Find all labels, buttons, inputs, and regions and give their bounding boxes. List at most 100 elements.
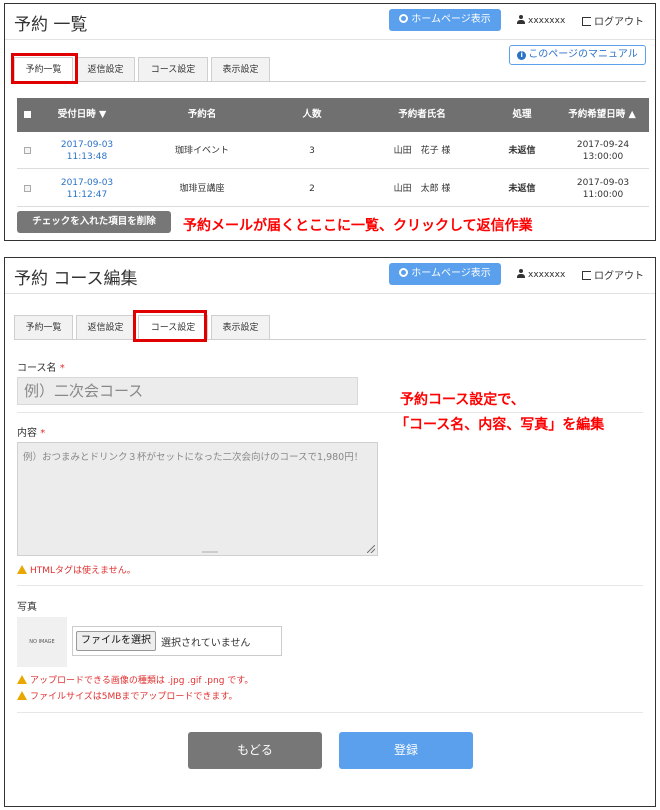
back-button[interactable]: もどる [188,732,322,769]
desired-time: 11:00:00 [582,189,624,200]
content-textarea[interactable]: 例）おつまみとドリンク３杯がセットになった二次会向けのコースで1,980円！ [17,442,378,556]
page-manual-label: このページのマニュアル [528,49,638,60]
warning-icon [17,675,27,684]
received-time: 11:12:47 [66,189,108,200]
desired-date: 2017-09-24 [576,139,630,150]
divider [17,585,643,586]
content-label-text: 内容 [17,428,37,439]
divider [17,412,643,413]
user-info: xxxxxxx [517,268,565,280]
html-warning-text: HTMLタグは使えません。 [30,566,136,576]
logout-link[interactable]: ログアウト [582,267,644,282]
user-icon [517,15,525,24]
search-icon [399,14,409,23]
reservation-name: 珈琲豆講座 [179,183,225,194]
received-datetime-link[interactable]: 2017-09-03 11:13:48 [37,132,137,169]
delete-checked-button[interactable]: チェックを入れた項目を削除 [17,211,171,233]
divider [17,712,643,713]
file-status: 選択されていません [161,638,251,649]
content-placeholder: 例）おつまみとドリンク３杯がセットになった二次会向けのコースで1,980円！ [23,452,364,463]
upload-size-warning: ファイルサイズは5MBまでアップロードできます。 [17,689,238,702]
submit-button[interactable]: 登録 [339,732,473,769]
desired-datetime: 2017-09-24 13:00:00 [557,132,649,169]
file-input[interactable]: ファイルを選択 選択されていません [72,626,282,656]
page-title: 予約 一覧 [14,15,88,35]
logout-icon [582,17,591,26]
logout-label: ログアウト [594,271,644,282]
annotation-line1: 予約コース設定で、 [400,392,525,408]
textarea-grip[interactable] [202,551,218,553]
header-customer-name: 予約者氏名 [398,109,446,120]
username: xxxxxxx [528,270,566,280]
upload-size-warning-text: ファイルサイズは5MBまでアップロードできます。 [30,692,238,702]
tab-display-settings[interactable]: 表示設定 [211,315,270,339]
row-checkbox[interactable] [21,170,33,207]
course-name-input[interactable]: 例）二次会コース [17,377,358,405]
tab-divider [14,339,646,340]
homepage-view-label: ホームページ表示 [411,14,491,25]
desired-datetime: 2017-09-03 11:00:00 [557,170,649,207]
highlight-box [133,310,207,342]
homepage-view-button[interactable]: ホームページ表示 [389,263,501,285]
table-row[interactable]: 2017-09-03 11:12:47 珈琲豆講座 2 山田 太郎 様 未返信 2… [17,170,649,207]
annotation-text: 予約メールが届くとここに一覧、クリックして返信作業 [183,218,533,234]
received-datetime-link[interactable]: 2017-09-03 11:12:47 [37,170,137,207]
header-received-datetime[interactable]: 受付日時 ▼ [47,98,117,132]
upload-type-warning-text: アップロードできる画像の種類は .jpg .gif .png です。 [30,676,254,686]
homepage-view-label: ホームページ表示 [411,268,491,279]
required-mark: * [59,363,65,374]
received-date: 2017-09-03 [60,139,114,150]
party-count: 3 [309,145,315,156]
logout-link[interactable]: ログアウト [582,13,644,28]
status-badge: 未返信 [508,145,536,156]
logout-label: ログアウト [594,17,644,28]
course-edit-panel: 予約 コース編集 ホームページ表示 xxxxxxx ログアウト 予約一覧 返信設… [4,257,656,807]
received-date: 2017-09-03 [60,177,114,188]
row-checkbox[interactable] [21,132,33,169]
page-manual-button[interactable]: i このページのマニュアル [509,45,646,65]
info-icon: i [517,51,527,60]
tab-reply-settings[interactable]: 返信設定 [76,315,135,339]
warning-icon [17,565,27,574]
tab-divider [14,81,646,82]
course-name-label: コース名 * [17,359,65,374]
logout-icon [582,271,591,280]
homepage-view-button[interactable]: ホームページ表示 [389,9,501,31]
annotation-line2: 「コース名、内容、写真」を編集 [395,417,605,433]
upload-type-warning: アップロードできる画像の種類は .jpg .gif .png です。 [17,673,253,686]
choose-file-button[interactable]: ファイルを選択 [76,631,156,651]
panel-header: 予約 一覧 ホームページ表示 xxxxxxx ログアウト [5,4,655,40]
reservation-name: 珈琲イベント [174,145,229,156]
desired-date: 2017-09-03 [576,177,630,188]
table-row[interactable]: 2017-09-03 11:13:48 珈琲イベント 3 山田 花子 様 未返信 … [17,132,649,169]
tab-course-settings[interactable]: コース設定 [138,57,208,81]
html-warning: HTMLタグは使えません。 [17,563,136,576]
header-desired-datetime[interactable]: 予約希望日時 ▲ [555,98,649,132]
header-reservation-name: 予約名 [187,109,217,120]
user-icon [517,269,525,278]
reservation-list-panel: 予約 一覧 ホームページ表示 xxxxxxx ログアウト i このページのマニュア… [4,3,656,241]
customer-name: 山田 太郎 様 [393,183,451,194]
photo-label: 写真 [17,602,37,613]
customer-name: 山田 花子 様 [393,145,451,156]
status-badge: 未返信 [508,183,536,194]
panel-header: 予約 コース編集 ホームページ表示 xxxxxxx ログアウト [5,258,655,294]
required-mark: * [40,428,46,439]
page-title: 予約 コース編集 [14,269,138,289]
tab-reply-settings[interactable]: 返信設定 [76,57,135,81]
course-name-label-text: コース名 [17,363,57,374]
received-time: 11:13:48 [66,151,108,162]
username: xxxxxxx [528,16,566,26]
highlight-box [11,53,78,84]
tab-display-settings[interactable]: 表示設定 [211,57,270,81]
content-label: 内容 * [17,424,45,439]
search-icon [399,268,409,277]
select-all-checkbox[interactable] [21,98,33,132]
tab-reservation-list[interactable]: 予約一覧 [14,315,73,339]
resize-handle[interactable] [367,545,375,553]
header-count: 人数 [302,109,322,120]
table-header: 受付日時 ▼ 予約名 人数 予約者氏名 処理 予約希望日時 ▲ [17,98,649,132]
warning-icon [17,691,27,700]
header-status: 処理 [512,109,532,120]
desired-time: 13:00:00 [582,151,624,162]
